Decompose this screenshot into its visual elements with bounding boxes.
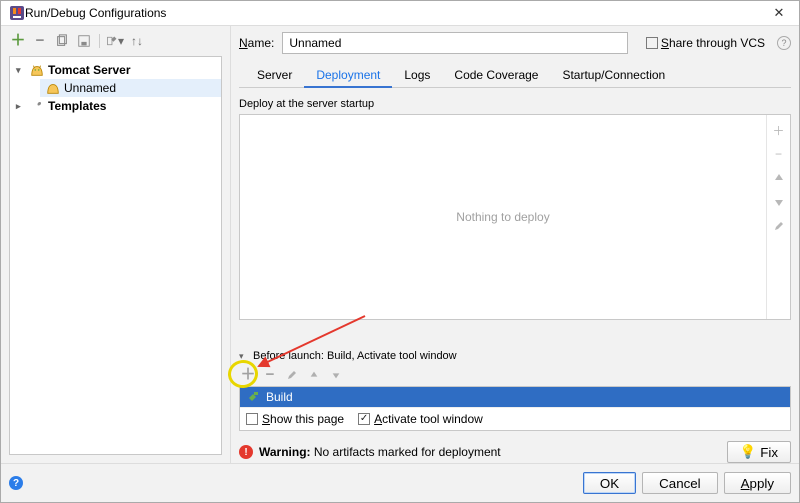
hammer-icon [246, 390, 260, 404]
tab-startup-connection[interactable]: Startup/Connection [550, 64, 677, 87]
dialog-title: Run/Debug Configurations [25, 6, 767, 20]
checkbox-icon [646, 37, 658, 49]
dialog-footer: ? OK Cancel Apply [1, 463, 799, 502]
before-launch-options: Show this page Activate tool window [240, 407, 790, 430]
deploy-add-button[interactable]: ＋ [770, 121, 788, 139]
warning-text: Warning: No artifacts marked for deploym… [259, 445, 501, 459]
copy-config-button[interactable] [53, 32, 71, 50]
ok-button[interactable]: OK [583, 472, 636, 494]
left-toolbar: ＋ − ▾ ↑↓ [1, 26, 230, 56]
before-launch-add-button[interactable]: ＋ [239, 366, 257, 384]
name-label: Name: [239, 36, 274, 50]
fix-button-label: Fix [760, 445, 778, 460]
edit-defaults-button[interactable]: ▾ [106, 32, 124, 50]
before-launch-up-button[interactable] [305, 366, 323, 384]
remove-config-button[interactable]: − [31, 32, 49, 50]
before-launch-header[interactable]: ▾ Before launch: Build, Activate tool wi… [239, 350, 791, 362]
config-editor: Name: Share through VCS ? Server Deploym… [231, 26, 799, 463]
tree-node-label: Templates [48, 99, 106, 113]
checkbox-checked-icon [358, 413, 370, 425]
toolbar-separator [99, 34, 100, 48]
tab-code-coverage[interactable]: Code Coverage [442, 64, 550, 87]
save-config-button[interactable] [75, 32, 93, 50]
wrench-icon [30, 99, 44, 113]
close-button[interactable]: ✕ [767, 5, 791, 21]
before-launch-list: Build Show this page Activate tool windo… [239, 386, 791, 431]
tab-deployment[interactable]: Deployment [304, 64, 392, 88]
before-launch-remove-button[interactable]: − [261, 366, 279, 384]
fix-button[interactable]: 💡 Fix [727, 441, 791, 463]
deploy-edit-button[interactable] [770, 217, 788, 235]
tree-node-templates[interactable]: ▸ Templates [10, 97, 221, 115]
before-launch-title: Before launch: Build, Activate tool wind… [253, 350, 457, 362]
share-checkbox[interactable]: Share through VCS [646, 36, 765, 50]
deploy-section-label: Deploy at the server startup [239, 98, 791, 110]
warning-bar: ! Warning: No artifacts marked for deplo… [239, 441, 791, 463]
deploy-remove-button[interactable]: − [770, 145, 788, 163]
configurations-panel: ＋ − ▾ ↑↓ ▾ Tomcat Server Unnamed [1, 26, 231, 463]
tomcat-local-icon [46, 81, 60, 95]
activate-tool-window-checkbox[interactable]: Activate tool window [358, 412, 483, 426]
before-launch-item-label: Build [266, 390, 293, 404]
name-input[interactable] [282, 32, 628, 54]
add-config-button[interactable]: ＋ [9, 32, 27, 50]
config-tree[interactable]: ▾ Tomcat Server Unnamed ▸ Templates [9, 56, 222, 455]
chevron-right-icon: ▸ [16, 101, 26, 112]
deploy-up-button[interactable] [770, 169, 788, 187]
tomcat-icon [30, 63, 44, 77]
before-launch-toolbar: ＋ − [231, 366, 799, 386]
cancel-button[interactable]: Cancel [642, 472, 718, 494]
chevron-down-icon: ▾ [16, 65, 26, 76]
deploy-empty-text: Nothing to deploy [240, 115, 766, 319]
name-row: Name: Share through VCS ? [239, 32, 791, 54]
tab-bar: Server Deployment Logs Code Coverage Sta… [239, 64, 791, 88]
tree-node-tomcat[interactable]: ▾ Tomcat Server [10, 61, 221, 79]
tree-node-label: Unnamed [64, 81, 116, 95]
app-icon [9, 5, 25, 21]
checkbox-icon [246, 413, 258, 425]
share-label: Share through VCS [661, 36, 765, 50]
tree-node-label: Tomcat Server [48, 63, 130, 77]
apply-button[interactable]: Apply [724, 472, 791, 494]
before-launch-item-build[interactable]: Build [240, 387, 790, 407]
chevron-down-icon: ▾ [239, 351, 249, 362]
warning-icon: ! [239, 445, 253, 459]
tab-server[interactable]: Server [245, 64, 304, 87]
lightbulb-icon: 💡 [740, 444, 757, 460]
deploy-area: Nothing to deploy ＋ − [239, 114, 791, 320]
titlebar: Run/Debug Configurations ✕ [1, 1, 799, 26]
before-launch-down-button[interactable] [327, 366, 345, 384]
deploy-toolbar: ＋ − [766, 115, 790, 319]
context-help-button[interactable]: ? [9, 476, 23, 490]
tab-logs[interactable]: Logs [392, 64, 442, 87]
deploy-down-button[interactable] [770, 193, 788, 211]
show-page-checkbox[interactable]: Show this page [246, 412, 344, 426]
before-launch-edit-button[interactable] [283, 366, 301, 384]
move-up-button[interactable]: ↑↓ [128, 32, 146, 50]
tree-node-unnamed[interactable]: Unnamed [40, 79, 221, 97]
help-icon[interactable]: ? [777, 36, 791, 50]
